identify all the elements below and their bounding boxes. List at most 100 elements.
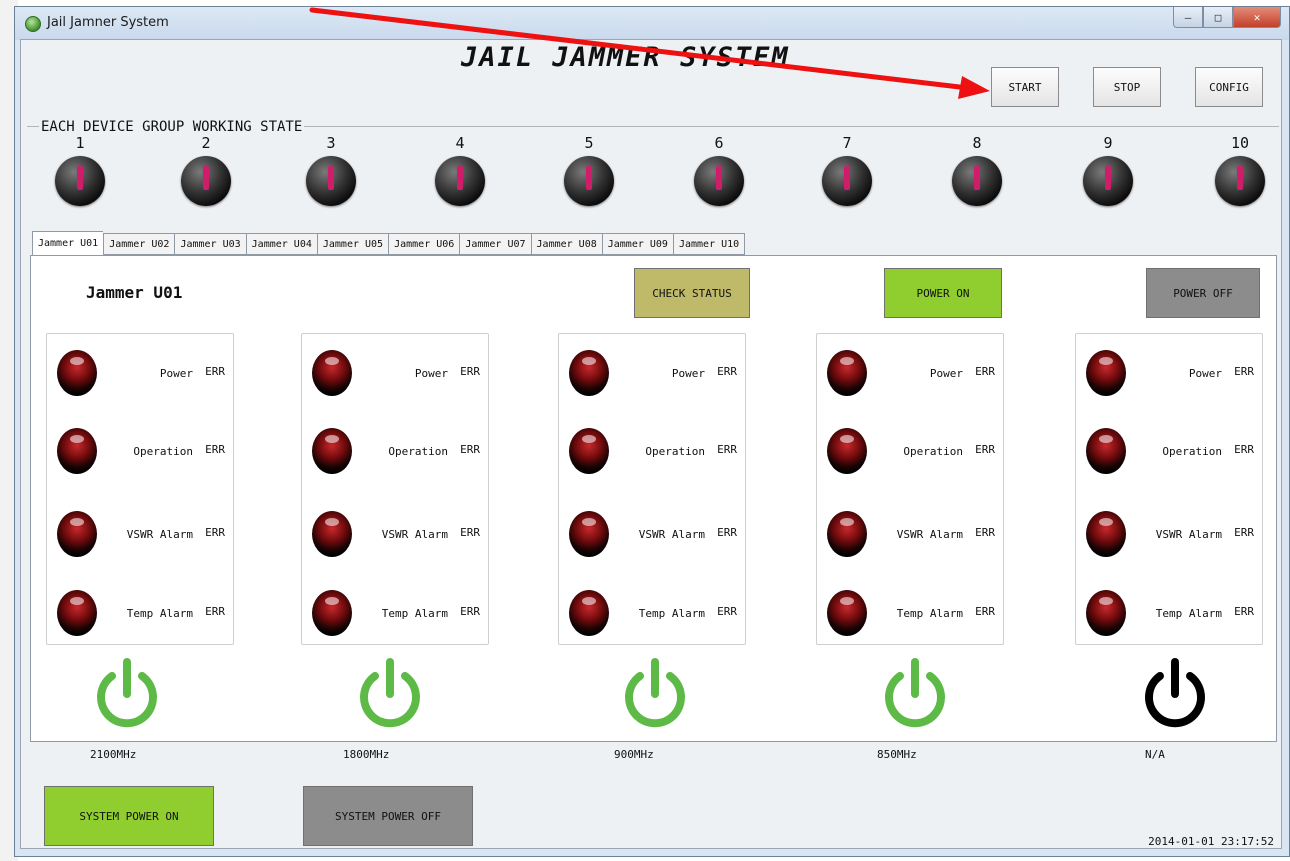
group-number: 4 — [455, 134, 465, 152]
group-status-indicator-icon — [822, 156, 872, 206]
red-alarm-led-icon — [57, 428, 97, 474]
status-value: ERR — [717, 443, 737, 456]
system-power-off-button[interactable]: SYSTEM POWER OFF — [303, 786, 473, 846]
red-alarm-led-icon — [57, 511, 97, 557]
status-label: VSWR Alarm — [1155, 528, 1222, 541]
power-off-button[interactable]: POWER OFF — [1146, 268, 1260, 318]
tab-jammer-4[interactable]: Jammer U04 — [245, 233, 317, 255]
status-row: Operation ERR — [1076, 428, 1262, 478]
group-number: 10 — [1230, 134, 1250, 152]
jammer-module-panel: Power ERR Operation ERR VSWR Alarm ERR Temp Al… — [816, 333, 1004, 645]
status-row: Power ERR — [47, 350, 233, 400]
start-button[interactable]: START — [991, 67, 1059, 107]
minimize-button[interactable]: — — [1173, 7, 1203, 28]
module-frequency-label: 900MHz — [614, 748, 654, 761]
module-frequency-label: N/A — [1145, 748, 1165, 761]
status-label: Operation — [1162, 445, 1222, 458]
power-on-button[interactable]: POWER ON — [884, 268, 1002, 318]
module-frequency-label: 1800MHz — [343, 748, 390, 761]
group-status-indicator-icon — [181, 156, 231, 206]
status-label: Power — [414, 367, 448, 380]
status-label: Power — [1188, 367, 1222, 380]
status-label: Temp Alarm — [126, 607, 193, 620]
tab-jammer-9[interactable]: Jammer U09 — [601, 233, 673, 255]
window-title: Jail Jamner System — [47, 15, 169, 30]
status-label: Power — [159, 367, 193, 380]
group-status-indicator-icon — [694, 156, 744, 206]
tab-jammer-1[interactable]: Jammer U01 — [32, 231, 104, 255]
jammer-module-panel: Power ERR Operation ERR VSWR Alarm ERR Temp Al… — [1075, 333, 1263, 645]
close-button[interactable]: ✕ — [1233, 7, 1281, 28]
status-label: Temp Alarm — [638, 607, 705, 620]
tab-jammer-5[interactable]: Jammer U05 — [316, 233, 389, 255]
red-alarm-led-icon — [1086, 590, 1126, 636]
group-number: 1 — [75, 134, 85, 152]
status-value: ERR — [460, 605, 480, 618]
status-value: ERR — [1234, 605, 1254, 618]
status-value: ERR — [205, 365, 225, 378]
power-state-icon[interactable] — [355, 656, 425, 730]
status-label: VSWR Alarm — [126, 528, 193, 541]
status-value: ERR — [975, 365, 995, 378]
status-value: ERR — [975, 443, 995, 456]
status-value: ERR — [205, 443, 225, 456]
group-number: 8 — [972, 134, 982, 152]
group-number: 9 — [1103, 134, 1113, 152]
status-value: ERR — [460, 365, 480, 378]
status-row: Power ERR — [817, 350, 1003, 400]
status-label: Power — [929, 367, 963, 380]
status-row: Power ERR — [1076, 350, 1262, 400]
status-row: Operation ERR — [559, 428, 745, 478]
stop-button[interactable]: STOP — [1093, 67, 1161, 107]
tab-jammer-2[interactable]: Jammer U02 — [103, 233, 175, 255]
power-state-icon[interactable] — [880, 656, 950, 730]
jammer-module-panel: Power ERR Operation ERR VSWR Alarm ERR Temp Al… — [46, 333, 234, 645]
group-status-indicator-icon — [952, 156, 1002, 206]
check-status-button[interactable]: CHECK STATUS — [634, 268, 750, 318]
status-row: Temp Alarm ERR — [817, 590, 1003, 640]
status-value: ERR — [1234, 443, 1254, 456]
jammer-tabs: Jammer U01 Jammer U02 Jammer U03 Jammer U04… — [32, 231, 746, 255]
jammer-module-panel: Power ERR Operation ERR VSWR Alarm ERR Temp Al… — [301, 333, 489, 645]
status-row: VSWR Alarm ERR — [817, 511, 1003, 561]
red-alarm-led-icon — [827, 350, 867, 396]
status-row: Temp Alarm ERR — [559, 590, 745, 640]
status-row: VSWR Alarm ERR — [47, 511, 233, 561]
maximize-button[interactable]: □ — [1203, 7, 1233, 28]
status-label: VSWR Alarm — [896, 528, 963, 541]
red-alarm-led-icon — [569, 428, 609, 474]
status-row: VSWR Alarm ERR — [302, 511, 488, 561]
group-status-indicator-icon — [306, 156, 356, 206]
jammer-module-panel: Power ERR Operation ERR VSWR Alarm ERR Temp Al… — [558, 333, 746, 645]
system-power-on-button[interactable]: SYSTEM POWER ON — [44, 786, 214, 846]
power-state-icon[interactable] — [1140, 656, 1210, 730]
module-frequency-label: 2100MHz — [90, 748, 137, 761]
tab-jammer-8[interactable]: Jammer U08 — [530, 233, 602, 255]
group-number: 2 — [201, 134, 211, 152]
status-value: ERR — [460, 526, 480, 539]
tab-jammer-3[interactable]: Jammer U03 — [174, 233, 246, 255]
tab-jammer-7[interactable]: Jammer U07 — [459, 233, 531, 255]
module-frequency-label: 850MHz — [877, 748, 917, 761]
tab-jammer-10[interactable]: Jammer U10 — [672, 233, 746, 255]
status-value: ERR — [460, 443, 480, 456]
status-label: Operation — [645, 445, 705, 458]
window-controls: — □ ✕ — [1173, 7, 1281, 28]
status-row: Temp Alarm ERR — [1076, 590, 1262, 640]
status-value: ERR — [717, 605, 737, 618]
status-label: Power — [671, 367, 705, 380]
status-value: ERR — [1234, 526, 1254, 539]
tab-jammer-6[interactable]: Jammer U06 — [388, 233, 460, 255]
group-number: 3 — [326, 134, 336, 152]
red-alarm-led-icon — [312, 590, 352, 636]
red-alarm-led-icon — [1086, 428, 1126, 474]
config-button[interactable]: CONFIG — [1195, 67, 1263, 107]
red-alarm-led-icon — [312, 511, 352, 557]
red-alarm-led-icon — [827, 428, 867, 474]
group-status-indicator-icon — [1215, 156, 1265, 206]
status-label: Operation — [133, 445, 193, 458]
group-number: 6 — [714, 134, 724, 152]
power-state-icon[interactable] — [92, 656, 162, 730]
group-number: 7 — [842, 134, 852, 152]
power-state-icon[interactable] — [620, 656, 690, 730]
